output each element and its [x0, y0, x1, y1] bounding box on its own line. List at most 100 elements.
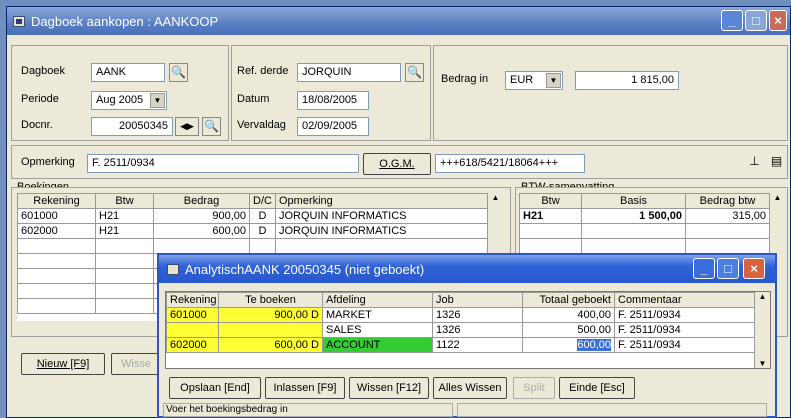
column-header[interactable]: Te boeken: [218, 292, 323, 308]
table-cell[interactable]: 600,00: [153, 223, 250, 239]
minimize-button[interactable]: _: [721, 10, 743, 31]
refderde-field[interactable]: JORQUIN: [297, 63, 401, 82]
person-icon[interactable]: ⊥: [745, 153, 764, 172]
table-cell[interactable]: JORQUIN INFORMATICS: [275, 223, 488, 239]
column-header[interactable]: D/C: [249, 193, 276, 209]
table-cell[interactable]: 900,00 D: [218, 307, 323, 323]
table-cell[interactable]: 900,00: [153, 208, 250, 224]
selected-amount[interactable]: 600,00: [577, 339, 611, 351]
chevron-down-icon[interactable]: ▼: [150, 93, 165, 108]
table-cell[interactable]: SALES: [322, 322, 433, 338]
currency-select[interactable]: EUR ▼: [505, 71, 563, 90]
main-titlebar: Dagboek aankopen : AANKOOP _ □ ×: [7, 7, 790, 35]
inlassen-button[interactable]: Inlassen [F9]: [265, 377, 345, 399]
table-cell[interactable]: 602000: [166, 337, 219, 353]
column-header[interactable]: Btw: [519, 193, 582, 209]
chevron-down-icon[interactable]: ▼: [546, 73, 561, 88]
wissen-button[interactable]: Wisse: [111, 353, 161, 375]
table-cell[interactable]: 1326: [432, 322, 523, 338]
column-header[interactable]: Rekening: [17, 193, 96, 209]
column-header[interactable]: Basis: [581, 193, 686, 209]
table-cell[interactable]: F. 2511/0934: [614, 307, 757, 323]
table-cell[interactable]: F. 2511/0934: [614, 322, 757, 338]
table-cell[interactable]: 600,00 D: [218, 337, 323, 353]
new-button-label: Nieuw [F9]: [36, 358, 90, 370]
scroll-down-icon[interactable]: ▼: [755, 359, 770, 368]
table-cell[interactable]: 500,00: [522, 322, 615, 338]
column-header[interactable]: Bedrag: [153, 193, 250, 209]
table-cell[interactable]: JORQUIN INFORMATICS: [275, 208, 488, 224]
table-row[interactable]: 601000 900,00 D MARKET 1326 400,00 F. 25…: [166, 307, 757, 323]
column-header[interactable]: Bedrag btw: [685, 193, 770, 209]
periode-value: Aug 2005: [96, 94, 144, 106]
dialog-maximize-button[interactable]: □: [717, 258, 739, 279]
new-button[interactable]: Nieuw [F9]: [21, 353, 105, 375]
table-row[interactable]: H21 1 500,00 315,00: [519, 208, 770, 224]
column-header[interactable]: Job: [432, 292, 523, 308]
analytic-scrollbar[interactable]: ▲ ▼: [754, 292, 770, 368]
scroll-up-icon[interactable]: ▲: [755, 292, 770, 301]
bedrag-field[interactable]: 1 815,00: [575, 71, 679, 90]
prev-next-icon[interactable]: ◀▶: [175, 117, 199, 136]
table-row[interactable]: [17, 238, 488, 254]
alles-wissen-button[interactable]: Alles Wissen: [433, 377, 507, 399]
table-cell[interactable]: 602000: [17, 223, 96, 239]
table-cell[interactable]: H21: [519, 208, 582, 224]
column-header[interactable]: Btw: [95, 193, 154, 209]
table-cell[interactable]: 1 500,00: [581, 208, 686, 224]
scroll-up-icon[interactable]: ▲: [488, 193, 503, 202]
datum-field[interactable]: 18/08/2005: [297, 91, 369, 110]
close-button[interactable]: ×: [769, 10, 787, 31]
table-cell[interactable]: 600,00: [522, 337, 615, 353]
table-row[interactable]: 602000 600,00 D ACCOUNT 1122 600,00 F. 2…: [166, 337, 757, 353]
table-cell[interactable]: 1326: [432, 307, 523, 323]
column-header[interactable]: Opmerking: [275, 193, 488, 209]
opslaan-button[interactable]: Opslaan [End]: [169, 377, 261, 399]
column-header[interactable]: Afdeling: [322, 292, 433, 308]
table-cell[interactable]: 601000: [166, 307, 219, 323]
table-cell[interactable]: H21: [95, 223, 154, 239]
table-cell[interactable]: 315,00: [685, 208, 770, 224]
periode-select[interactable]: Aug 2005 ▼: [91, 91, 167, 110]
ogm-field[interactable]: +++618/5421/18064+++: [435, 154, 585, 173]
table-cell[interactable]: ACCOUNT: [322, 337, 433, 353]
table-row[interactable]: SALES 1326 500,00 F. 2511/0934: [166, 322, 757, 338]
calculator-icon[interactable]: ▤: [767, 153, 786, 172]
table-cell[interactable]: [166, 322, 219, 338]
table-cell[interactable]: 1122: [432, 337, 523, 353]
column-header[interactable]: Rekening: [166, 292, 219, 308]
refderde-search-icon[interactable]: 🔍: [405, 63, 424, 82]
ogm-button[interactable]: O.G.M.: [363, 153, 431, 175]
dialog-minimize-button[interactable]: _: [693, 258, 715, 279]
column-header[interactable]: Commentaar: [614, 292, 757, 308]
analytic-grid: Rekening Te boeken Afdeling Job Totaal g…: [165, 291, 771, 369]
column-header[interactable]: Totaal geboekt: [522, 292, 615, 308]
table-cell[interactable]: F. 2511/0934: [614, 337, 757, 353]
dagboek-search-icon[interactable]: 🔍: [169, 63, 188, 82]
table-cell[interactable]: D: [249, 223, 276, 239]
docnr-field[interactable]: 20050345: [91, 117, 173, 136]
scroll-up-icon[interactable]: ▲: [770, 193, 785, 202]
table-row[interactable]: [519, 238, 770, 254]
vervaldag-field[interactable]: 02/09/2005: [297, 117, 369, 136]
table-row[interactable]: 602000 H21 600,00 D JORQUIN INFORMATICS: [17, 223, 488, 239]
table-cell[interactable]: D: [249, 208, 276, 224]
table-row[interactable]: 601000 H21 900,00 D JORQUIN INFORMATICS: [17, 208, 488, 224]
einde-button[interactable]: Einde [Esc]: [559, 377, 635, 399]
table-cell[interactable]: 400,00: [522, 307, 615, 323]
split-button[interactable]: Split: [513, 377, 555, 399]
docnr-search-icon[interactable]: 🔍: [202, 117, 221, 136]
table-cell[interactable]: MARKET: [322, 307, 433, 323]
vervaldag-label: Vervaldag: [237, 119, 286, 131]
wissen-f12-button[interactable]: Wissen [F12]: [349, 377, 429, 399]
dagboek-field[interactable]: AANK: [91, 63, 165, 82]
dialog-title: AnalytischAANK 20050345 (niet geboekt): [185, 261, 425, 277]
opmerking-field[interactable]: F. 2511/0934: [87, 154, 359, 173]
table-cell[interactable]: H21: [95, 208, 154, 224]
table-row[interactable]: [519, 223, 770, 239]
table-cell[interactable]: 601000: [17, 208, 96, 224]
currency-value: EUR: [510, 74, 534, 86]
table-cell[interactable]: [218, 322, 323, 338]
maximize-button[interactable]: □: [745, 10, 767, 31]
dialog-close-button[interactable]: ×: [743, 258, 765, 279]
